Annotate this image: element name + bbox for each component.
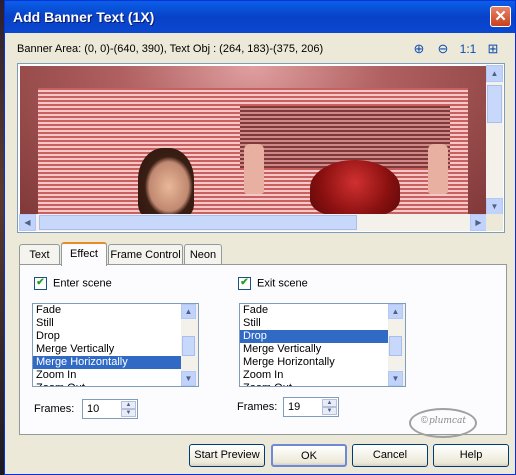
cancel-button[interactable]: Cancel xyxy=(352,444,428,467)
scroll-right-icon[interactable]: ▶ xyxy=(470,214,487,231)
enter-list-item[interactable]: Merge Horizontally xyxy=(33,356,198,369)
exit-list-item[interactable]: Zoom In xyxy=(240,369,405,382)
actual-size-button[interactable]: 1:1 xyxy=(457,39,479,59)
hand-image xyxy=(428,144,448,194)
zoom-out-icon[interactable]: ⊖ xyxy=(433,39,453,59)
zoom-in-icon[interactable]: ⊕ xyxy=(409,39,429,59)
exit-frames-stepper[interactable]: 19 ▲ ▼ xyxy=(283,397,339,417)
enter-list-item[interactable]: Still xyxy=(33,317,198,330)
close-button[interactable]: ✕ xyxy=(490,6,511,27)
list-scrollbar[interactable]: ▲ ▼ xyxy=(388,304,405,386)
dialog-window: Add Banner Text (1X) ✕ Banner Area: (0, … xyxy=(4,0,516,475)
ok-button[interactable]: OK xyxy=(271,444,347,467)
enter-list-item[interactable]: Merge Vertically xyxy=(33,343,198,356)
spin-up-icon[interactable]: ▲ xyxy=(121,401,136,409)
exit-scene-checkbox[interactable]: ✔ Exit scene xyxy=(238,277,308,290)
exit-frames-label: Frames: xyxy=(237,401,278,413)
checkmark-icon: ✔ xyxy=(238,277,251,290)
help-button[interactable]: Help xyxy=(433,444,509,467)
plumcat-logo: ©plumcat xyxy=(409,408,477,438)
exit-list-item[interactable]: Zoom Out xyxy=(240,382,405,386)
exit-list-item[interactable]: Merge Vertically xyxy=(240,343,405,356)
checkmark-icon: ✔ xyxy=(34,277,47,290)
scroll-thumb[interactable] xyxy=(39,215,357,230)
exit-scene-label: Exit scene xyxy=(257,277,308,290)
enter-scene-label: Enter scene xyxy=(53,277,112,290)
tab-frame-control[interactable]: Frame Control xyxy=(108,244,183,264)
banner-preview: ▲ ▼ ◀ ▶ xyxy=(17,63,505,233)
exit-list-item[interactable]: Merge Horizontally xyxy=(240,356,405,369)
scroll-thumb[interactable] xyxy=(487,85,502,123)
enter-frames-value[interactable]: 10 xyxy=(87,403,99,415)
enter-frames-stepper[interactable]: 10 ▲ ▼ xyxy=(82,399,138,419)
exit-list-item[interactable]: Drop xyxy=(240,330,405,343)
enter-list-item[interactable]: Fade xyxy=(33,304,198,317)
enter-frames-label: Frames: xyxy=(34,403,75,415)
scroll-down-icon[interactable]: ▼ xyxy=(486,198,503,215)
tab-effect[interactable]: Effect xyxy=(61,242,107,266)
scroll-corner xyxy=(486,214,503,231)
horizontal-scrollbar[interactable]: ◀ ▶ xyxy=(19,214,487,231)
enter-list-item[interactable]: Zoom Out xyxy=(33,382,198,386)
exit-list-item[interactable]: Still xyxy=(240,317,405,330)
scroll-thumb[interactable] xyxy=(389,336,402,356)
spin-down-icon[interactable]: ▼ xyxy=(121,409,136,417)
enter-list-item[interactable]: Zoom In xyxy=(33,369,198,382)
text-object-shadow xyxy=(240,106,450,168)
title-bar[interactable]: Add Banner Text (1X) ✕ xyxy=(5,1,515,33)
scroll-thumb[interactable] xyxy=(182,336,195,356)
scroll-up-icon[interactable]: ▲ xyxy=(181,304,196,319)
exit-frames-value[interactable]: 19 xyxy=(288,401,300,413)
enter-list-item[interactable]: Drop xyxy=(33,330,198,343)
enter-effect-list[interactable]: Fade Still Drop Merge Vertically Merge Horiz… xyxy=(32,303,199,387)
enter-scene-checkbox[interactable]: ✔ Enter scene xyxy=(34,277,112,290)
fit-window-icon[interactable]: ⊞ xyxy=(483,39,503,59)
banner-info-text: Banner Area: (0, 0)-(640, 390), Text Obj… xyxy=(17,43,324,55)
preview-canvas[interactable] xyxy=(20,66,486,216)
spin-up-icon[interactable]: ▲ xyxy=(322,399,337,407)
window-title: Add Banner Text (1X) xyxy=(13,9,155,25)
scroll-down-icon[interactable]: ▼ xyxy=(181,371,196,386)
exit-list-item[interactable]: Fade xyxy=(240,304,405,317)
scroll-down-icon[interactable]: ▼ xyxy=(388,371,403,386)
tab-neon[interactable]: Neon xyxy=(184,244,222,264)
rose-image xyxy=(310,160,400,216)
vertical-scrollbar[interactable]: ▲ ▼ xyxy=(486,65,503,215)
start-preview-button[interactable]: Start Preview xyxy=(189,444,265,467)
scroll-up-icon[interactable]: ▲ xyxy=(486,65,503,82)
list-scrollbar[interactable]: ▲ ▼ xyxy=(181,304,198,386)
spin-down-icon[interactable]: ▼ xyxy=(322,407,337,415)
exit-effect-list[interactable]: Fade Still Drop Merge Vertically Merge Horiz… xyxy=(239,303,406,387)
woman-face-image xyxy=(138,148,194,216)
tab-text[interactable]: Text xyxy=(19,244,60,264)
scroll-left-icon[interactable]: ◀ xyxy=(19,214,36,231)
scroll-up-icon[interactable]: ▲ xyxy=(388,304,403,319)
hand-image xyxy=(244,144,264,194)
